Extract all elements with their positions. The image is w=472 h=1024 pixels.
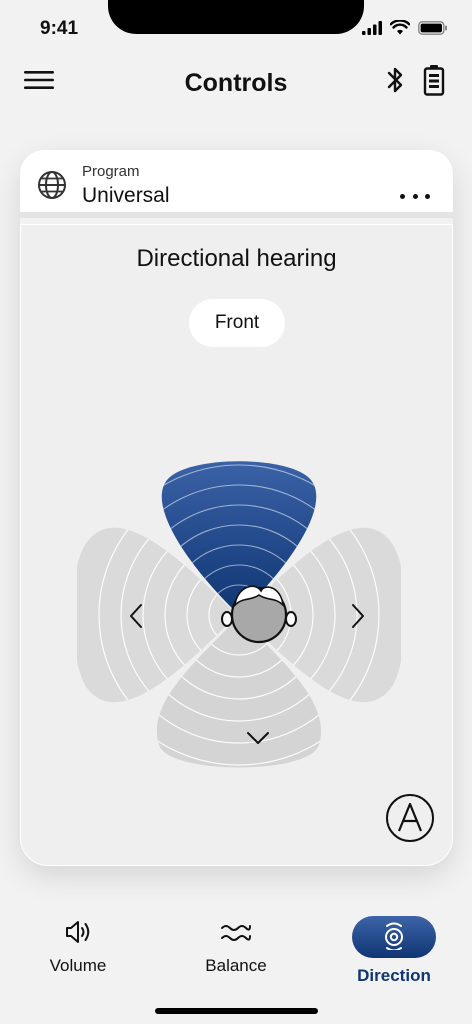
status-icons [362, 20, 448, 35]
nav-item-volume[interactable]: Volume [18, 902, 138, 982]
globe-icon [38, 171, 66, 199]
bottom-navigation: Volume Balance Direction [0, 890, 472, 1000]
directional-title: Directional hearing [136, 245, 337, 272]
wifi-icon [390, 20, 410, 35]
status-bar: 9:41 [0, 0, 472, 50]
direction-icon [385, 922, 403, 950]
device-notch [108, 0, 364, 34]
nav-item-direction[interactable]: Direction [334, 902, 454, 985]
home-indicator[interactable] [155, 1008, 318, 1014]
auto-mode-icon[interactable] [385, 793, 435, 843]
nav-label-volume: Volume [49, 956, 107, 975]
speaker-icon [66, 921, 90, 943]
program-value: Universal [82, 184, 170, 207]
waves-icon [221, 925, 251, 941]
bluetooth-icon[interactable] [384, 65, 406, 95]
status-time: 9:41 [40, 18, 79, 39]
nav-item-balance[interactable]: Balance [176, 902, 296, 982]
more-dot [425, 193, 430, 199]
program-card[interactable]: Program Universal [20, 150, 453, 218]
nav-label-balance: Balance [205, 956, 267, 975]
more-horizontal-icon[interactable] [400, 188, 430, 204]
more-dot [412, 193, 418, 199]
more-dot [400, 193, 405, 199]
signal-icon [362, 20, 382, 35]
directional-hearing-panel: Directional hearing Front [20, 224, 453, 866]
direction-diagram [77, 461, 401, 768]
battery-icon[interactable] [422, 64, 446, 96]
nav-label-direction: Direction [357, 966, 431, 985]
selected-direction-pill: Front [189, 299, 285, 347]
header: Controls [0, 55, 472, 115]
program-label: Program [82, 163, 140, 180]
status-battery-icon [418, 20, 447, 35]
